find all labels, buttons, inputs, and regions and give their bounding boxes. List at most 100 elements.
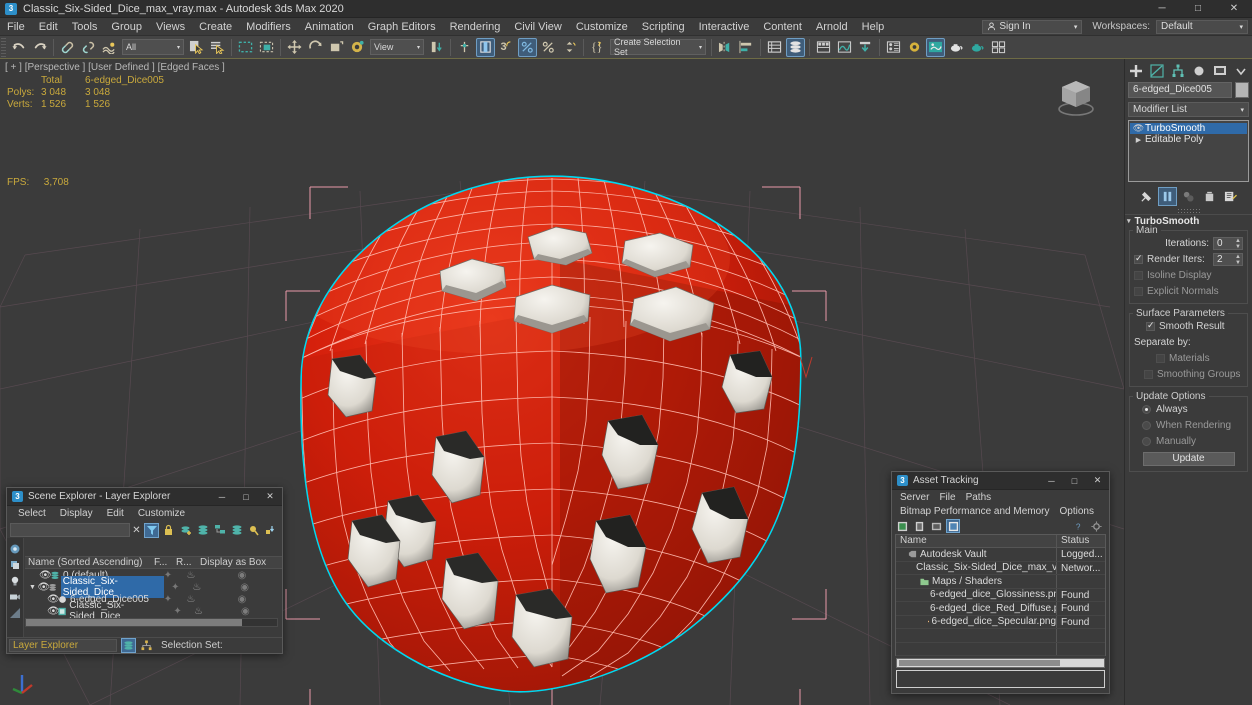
select-by-name-button[interactable] (208, 38, 227, 57)
menu-scripting[interactable]: Scripting (635, 18, 692, 36)
project-folder-button[interactable] (856, 38, 875, 57)
horizontal-scrollbar[interactable] (25, 618, 278, 627)
column-freeze[interactable]: F... (154, 557, 176, 568)
spinner-snap-button[interactable] (560, 38, 579, 57)
eye-icon[interactable]: 👁 (39, 570, 52, 581)
chevron-right-icon[interactable]: ▶ (1132, 136, 1145, 144)
table-row[interactable]: Maps / Shaders (896, 575, 1105, 589)
eye-icon[interactable]: 👁 (47, 606, 60, 617)
se-menu-edit[interactable]: Edit (100, 508, 131, 519)
minimize-button[interactable]: ─ (1144, 0, 1180, 18)
menu-civil-view[interactable]: Civil View (507, 18, 568, 36)
align-button[interactable] (737, 38, 756, 57)
column-display-as-box[interactable]: Display as Box (200, 557, 282, 568)
se-menu-customize[interactable]: Customize (131, 508, 192, 519)
filter-icon[interactable] (144, 522, 160, 538)
unlink-selection-button[interactable] (79, 38, 98, 57)
at-menu-server[interactable]: Server (895, 492, 934, 503)
select-and-move-button[interactable] (285, 38, 304, 57)
render-production-button[interactable] (947, 38, 966, 57)
menu-create[interactable]: Create (192, 18, 239, 36)
at-menu-options[interactable]: Options (1055, 506, 1099, 517)
curve-editor-button[interactable] (835, 38, 854, 57)
object-color-swatch[interactable] (1235, 82, 1249, 98)
show-end-result-icon[interactable] (1158, 186, 1177, 206)
render-cell-icon[interactable]: ♨ (189, 606, 209, 617)
rectangular-selection-region-button[interactable] (236, 38, 255, 57)
smooth-result-row[interactable]: Smooth Result (1134, 319, 1243, 333)
tab-utilities[interactable] (1231, 62, 1250, 81)
smoothing-groups-row[interactable]: Smoothing Groups (1134, 367, 1243, 381)
mirror-button[interactable] (716, 38, 735, 57)
reference-coordinate-select[interactable]: View ▾ (370, 39, 424, 55)
menu-animation[interactable]: Animation (298, 18, 361, 36)
column-name[interactable]: Name (896, 535, 1057, 547)
view-cube[interactable] (1052, 73, 1100, 121)
asset-tracking-minimize-button[interactable]: ─ (1040, 472, 1063, 490)
expand-icon[interactable]: ▼ (29, 584, 37, 591)
scene-explorer-maximize-button[interactable]: □ (234, 488, 258, 506)
at-menu-bitmap-performance[interactable]: Bitmap Performance and Memory (895, 506, 1055, 517)
menu-file[interactable]: File (0, 18, 32, 36)
rendered-frame-window-button[interactable] (926, 37, 945, 57)
eye-icon[interactable]: 👁 (1132, 123, 1145, 134)
placement-tool-button[interactable] (348, 38, 367, 57)
hierarchy-mode-icon[interactable] (139, 638, 154, 653)
update-mode-always-radio[interactable] (1142, 404, 1151, 414)
table-row[interactable]: 6-edged_dice_Specular.png Found (896, 615, 1105, 629)
table-row[interactable]: Autodesk Vault Logged... (896, 548, 1105, 562)
display-as-box-cell-icon[interactable]: ◉ (202, 570, 282, 581)
modifier-stack-item-turbosmooth[interactable]: 👁 TurboSmooth (1130, 123, 1247, 134)
select-object-button[interactable] (187, 38, 206, 57)
pin-stack-icon[interactable] (1137, 187, 1156, 206)
asset-tracking-titlebar[interactable]: 3 Asset Tracking ─ □ ✕ (892, 472, 1109, 490)
viewport-label[interactable]: [ + ] [Perspective ] [User Defined ] [Ed… (5, 62, 225, 73)
display-as-box-cell-icon[interactable]: ◉ (207, 582, 282, 593)
grid-icon[interactable] (946, 519, 960, 533)
list-icon[interactable] (895, 519, 909, 533)
table-row[interactable]: 3 Classic_Six-Sided_Dice_max_vray.max Ne… (896, 561, 1105, 575)
path-icon[interactable] (929, 519, 943, 533)
add-layer-icon[interactable] (178, 523, 193, 538)
settings-icon[interactable] (1089, 519, 1103, 533)
maximize-button[interactable]: □ (1180, 0, 1216, 18)
menu-modifiers[interactable]: Modifiers (239, 18, 298, 36)
scene-explorer-close-button[interactable]: ✕ (258, 488, 282, 506)
sign-in-button[interactable]: Sign In ▾ (982, 19, 1083, 34)
render-iterative-button[interactable] (968, 38, 987, 57)
tab-hierarchy[interactable] (1169, 62, 1188, 81)
menu-tools[interactable]: Tools (65, 18, 105, 36)
display-icon[interactable] (8, 541, 23, 556)
spinner-snap-toggle-button[interactable] (539, 38, 558, 57)
menu-interactive[interactable]: Interactive (692, 18, 757, 36)
scene-explorer-titlebar[interactable]: 3 Scene Explorer - Layer Explorer ─ □ ✕ (7, 488, 282, 506)
undo-button[interactable] (9, 38, 28, 57)
scene-explorer-minimize-button[interactable]: ─ (210, 488, 234, 506)
snaps-toggle-button[interactable] (476, 37, 495, 57)
bind-to-space-warp-button[interactable] (100, 38, 119, 57)
smooth-result-checkbox[interactable] (1146, 320, 1155, 331)
help-icon[interactable]: ? (1072, 519, 1086, 533)
named-selection-set-select[interactable]: Create Selection Set ▾ (610, 37, 706, 57)
remove-modifier-icon[interactable] (1200, 187, 1219, 206)
select-and-manipulate-button[interactable] (455, 38, 474, 57)
menu-edit[interactable]: Edit (32, 18, 65, 36)
display-as-box-cell-icon[interactable]: ◉ (202, 594, 282, 605)
materials-checkbox[interactable] (1156, 353, 1165, 363)
asset-tracking-grid[interactable]: Name Status Autodesk Vault Logged... 3 C… (895, 534, 1106, 656)
nested-layer-icon[interactable] (212, 523, 227, 538)
eye-icon[interactable]: 👁 (47, 594, 60, 605)
update-mode-manually-radio[interactable] (1142, 436, 1151, 446)
modifier-list-select[interactable]: Modifier List ▾ (1128, 102, 1249, 117)
toolbar-grip[interactable] (1, 37, 6, 57)
object-name-field[interactable]: 6-edged_Dice005 (1128, 82, 1232, 98)
column-render[interactable]: R... (176, 557, 200, 568)
tab-display[interactable] (1210, 62, 1229, 81)
freeze-cell-icon[interactable]: ✦ (167, 606, 189, 617)
render-cell-icon[interactable]: ♨ (180, 594, 202, 605)
iterations-spinner[interactable]: 0 ▲ ▼ (1213, 236, 1243, 250)
menu-arnold[interactable]: Arnold (809, 18, 855, 36)
layer-mode-icon[interactable] (121, 638, 136, 653)
menu-graph-editors[interactable]: Graph Editors (361, 18, 443, 36)
asset-tracking-close-button[interactable]: ✕ (1086, 472, 1109, 490)
